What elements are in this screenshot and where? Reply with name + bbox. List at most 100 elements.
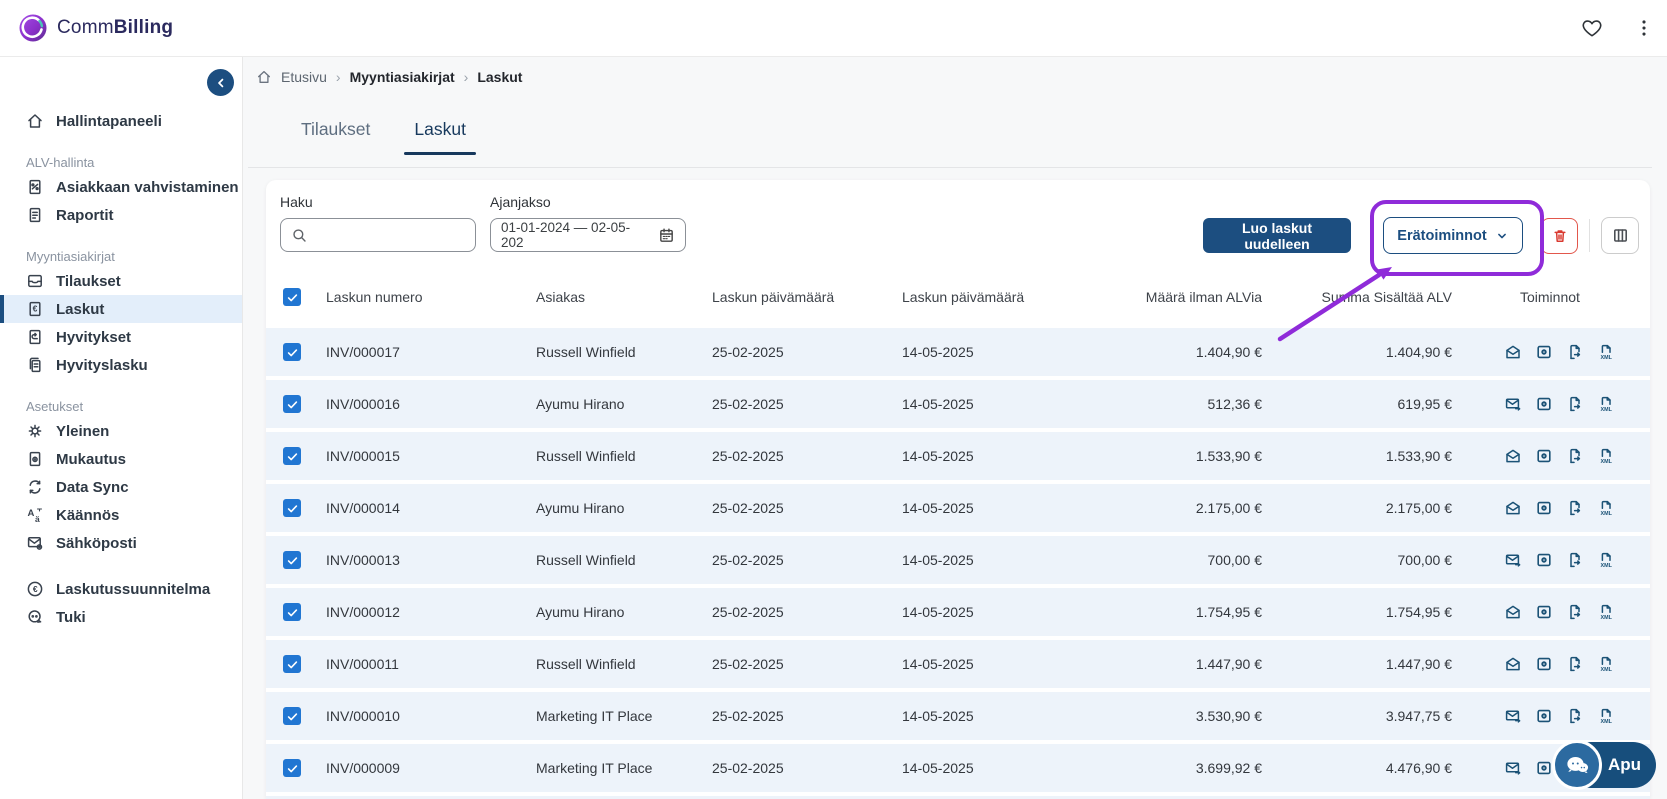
column-header-amount-incl-vat[interactable]: Summa Sisältää ALV: [1262, 289, 1452, 305]
sidebar-item-data-sync[interactable]: Data Sync: [0, 473, 242, 501]
download-xml-icon[interactable]: XML: [1597, 551, 1615, 569]
export-document-icon[interactable]: [1566, 603, 1584, 621]
sidebar-item-hyvitykset[interactable]: Hyvitykset: [0, 323, 242, 351]
row-checkbox[interactable]: [283, 655, 301, 673]
column-header-customer[interactable]: Asiakas: [536, 289, 712, 305]
send-email-icon[interactable]: [1504, 603, 1522, 621]
view-invoice-icon[interactable]: [1535, 447, 1553, 465]
trash-icon: [1551, 227, 1569, 245]
sidebar-item-hyvityslasku[interactable]: Hyvityslasku: [0, 351, 242, 379]
view-invoice-icon[interactable]: [1535, 395, 1553, 413]
svg-text:XML: XML: [1601, 459, 1613, 465]
favorites-heart-icon[interactable]: [1581, 17, 1603, 39]
cell-amount-incl-vat: 1.447,90 €: [1385, 656, 1452, 672]
breadcrumb-etusivu[interactable]: Etusivu: [281, 69, 327, 85]
column-header-invoice-number[interactable]: Laskun numero: [326, 289, 536, 305]
download-xml-icon[interactable]: XML: [1597, 395, 1615, 413]
export-document-icon[interactable]: [1566, 343, 1584, 361]
send-email-icon[interactable]: [1504, 343, 1522, 361]
view-invoice-icon[interactable]: [1535, 603, 1553, 621]
cell-customer: Ayumu Hirano: [536, 500, 625, 516]
sidebar-item-laskutussuunnitelma[interactable]: € Laskutussuunnitelma: [0, 575, 242, 603]
send-email-icon[interactable]: [1504, 447, 1522, 465]
sidebar-item-label: Tilaukset: [56, 272, 121, 290]
view-invoice-icon[interactable]: [1535, 655, 1553, 673]
sidebar-section-myyntiasiakirjat: Myyntiasiakirjat: [26, 248, 115, 264]
column-header-invoice-date[interactable]: Laskun päivämäärä: [712, 289, 902, 305]
row-checkbox[interactable]: [283, 551, 301, 569]
sidebar-item-tilaukset[interactable]: Tilaukset: [0, 267, 242, 295]
svg-text:A: A: [28, 508, 35, 519]
send-email-icon[interactable]: [1504, 759, 1522, 777]
download-xml-icon[interactable]: XML: [1597, 499, 1615, 517]
sidebar-item-asiakkaan-vahvistaminen[interactable]: Asiakkaan vahvistaminen: [0, 173, 242, 201]
view-invoice-icon[interactable]: [1535, 551, 1553, 569]
send-email-icon[interactable]: [1504, 395, 1522, 413]
cell-amount-excl-vat: 1.754,95 €: [1195, 604, 1262, 620]
row-checkbox[interactable]: [283, 343, 301, 361]
app-logo[interactable]: CommBilling: [18, 0, 173, 56]
row-checkbox[interactable]: [283, 447, 301, 465]
send-email-icon[interactable]: [1504, 551, 1522, 569]
row-checkbox[interactable]: [283, 603, 301, 621]
export-document-icon[interactable]: [1566, 707, 1584, 725]
export-document-icon[interactable]: [1566, 655, 1584, 673]
send-email-icon[interactable]: [1504, 499, 1522, 517]
chevron-down-icon: [1495, 229, 1509, 243]
cell-invoice-number: INV/000009: [326, 760, 400, 776]
download-xml-icon[interactable]: XML: [1597, 603, 1615, 621]
receipt-euro-icon: €: [26, 300, 44, 318]
table-row: INV/000015 Russell Winfield 25-02-2025 1…: [266, 432, 1650, 480]
sidebar-item-mukautus[interactable]: Mukautus: [0, 445, 242, 473]
sidebar-item-hallintapaneeli[interactable]: Hallintapaneeli: [0, 107, 242, 135]
download-xml-icon[interactable]: XML: [1597, 447, 1615, 465]
column-settings-button[interactable]: [1601, 217, 1639, 254]
row-actions: XML: [1452, 707, 1640, 725]
export-document-icon[interactable]: [1566, 395, 1584, 413]
table-row: INV/000014 Ayumu Hirano 25-02-2025 14-05…: [266, 484, 1650, 532]
tab-laskut[interactable]: Laskut: [404, 119, 476, 155]
column-header-amount-excl-vat[interactable]: Määrä ilman ALVia: [1066, 289, 1262, 305]
breadcrumb-myyntiasiakirjat[interactable]: Myyntiasiakirjat: [350, 69, 455, 85]
sidebar-item-label: Raportit: [56, 206, 114, 224]
kebab-menu-icon[interactable]: [1633, 17, 1655, 39]
row-checkbox[interactable]: [283, 759, 301, 777]
send-email-icon[interactable]: [1504, 655, 1522, 673]
sidebar-item-tuki[interactable]: Tuki: [0, 603, 242, 631]
search-input[interactable]: [314, 226, 465, 244]
recreate-invoices-button[interactable]: Luo laskut uudelleen: [1203, 218, 1351, 253]
view-invoice-icon[interactable]: [1535, 759, 1553, 777]
logo-swirl-icon: [18, 13, 48, 43]
download-xml-icon[interactable]: XML: [1597, 655, 1615, 673]
date-range-picker[interactable]: 01-01-2024 — 02-05-202: [490, 218, 686, 252]
sidebar-item-s-hk-posti[interactable]: Sähköposti: [0, 529, 242, 557]
view-invoice-icon[interactable]: [1535, 499, 1553, 517]
sidebar-item-laskut[interactable]: € Laskut: [0, 295, 242, 323]
sidebar-item-raportit[interactable]: Raportit: [0, 201, 242, 229]
euro-circle-icon: €: [26, 580, 44, 598]
download-xml-icon[interactable]: XML: [1597, 343, 1615, 361]
sidebar-item-yleinen[interactable]: Yleinen: [0, 417, 242, 445]
sidebar-item-k-nn-s[interactable]: Aä Käännös: [0, 501, 242, 529]
row-checkbox[interactable]: [283, 499, 301, 517]
tab-tilaukset[interactable]: Tilaukset: [295, 119, 376, 155]
view-invoice-icon[interactable]: [1535, 707, 1553, 725]
select-all-checkbox[interactable]: [283, 288, 301, 306]
download-xml-icon[interactable]: XML: [1597, 707, 1615, 725]
export-document-icon[interactable]: [1566, 447, 1584, 465]
chevron-left-icon: [213, 75, 229, 91]
svg-text:ä: ä: [35, 514, 40, 524]
delete-button[interactable]: [1541, 218, 1578, 254]
row-checkbox[interactable]: [283, 395, 301, 413]
send-email-icon[interactable]: [1504, 707, 1522, 725]
export-document-icon[interactable]: [1566, 551, 1584, 569]
column-header-due-date[interactable]: Laskun päivämäärä: [902, 289, 1066, 305]
view-invoice-icon[interactable]: [1535, 343, 1553, 361]
row-checkbox[interactable]: [283, 707, 301, 725]
batch-actions-button[interactable]: Erätoiminnot: [1383, 217, 1523, 254]
sidebar-collapse-button[interactable]: [207, 69, 234, 96]
help-floating-button[interactable]: Apu: [1552, 740, 1656, 790]
sidebar-item-label: Sähköposti: [56, 534, 137, 552]
export-document-icon[interactable]: [1566, 499, 1584, 517]
doc-gear-icon: [26, 450, 44, 468]
